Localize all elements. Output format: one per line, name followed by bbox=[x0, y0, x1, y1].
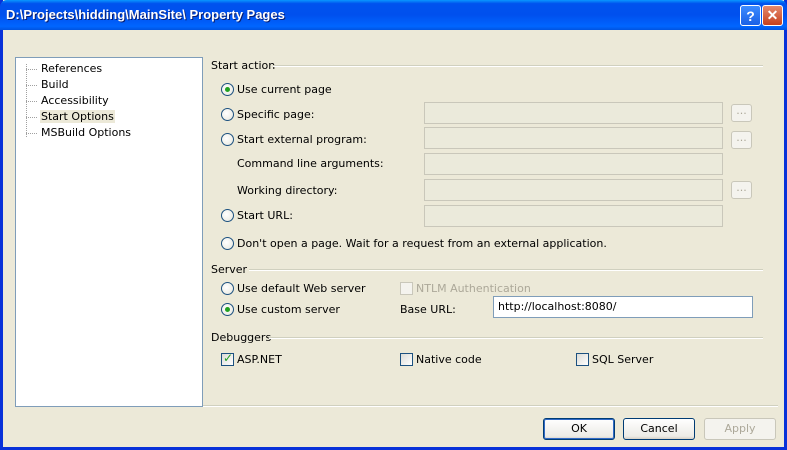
native-code-checkbox[interactable] bbox=[400, 353, 413, 366]
specific-page-radio[interactable] bbox=[221, 108, 234, 121]
use-custom-server-radio[interactable] bbox=[221, 303, 234, 316]
debuggers-separator bbox=[269, 337, 763, 339]
tree-branch-line bbox=[26, 69, 37, 70]
start-url-label[interactable]: Start URL: bbox=[237, 209, 293, 222]
use-default-web-server-radio[interactable] bbox=[221, 282, 234, 295]
working-directory-browse-button[interactable]: ... bbox=[731, 181, 752, 199]
close-button[interactable]: ✕ bbox=[762, 5, 783, 26]
aspnet-checkbox[interactable] bbox=[221, 351, 234, 366]
base-url-input[interactable]: http://localhost:8080/ bbox=[493, 296, 753, 318]
options-tree[interactable]: References Build Accessibility Start Opt… bbox=[15, 57, 203, 407]
property-pages-window: D:\Projects\hidding\MainSite\ Property P… bbox=[0, 0, 787, 450]
use-custom-server-label[interactable]: Use custom server bbox=[237, 303, 340, 316]
use-current-page-label[interactable]: Use current page bbox=[237, 83, 332, 96]
external-program-input[interactable] bbox=[424, 127, 723, 149]
tree-branch-line bbox=[26, 133, 37, 134]
cancel-button[interactable]: Cancel bbox=[623, 418, 695, 440]
external-program-browse-button[interactable]: ... bbox=[731, 131, 752, 149]
title-bar[interactable]: D:\Projects\hidding\MainSite\ Property P… bbox=[0, 0, 787, 30]
tree-branch-line bbox=[26, 101, 37, 102]
ntlm-authentication-checkbox[interactable] bbox=[400, 282, 413, 295]
tree-item-label: Start Options bbox=[40, 110, 115, 123]
working-directory-label: Working directory: bbox=[237, 184, 338, 197]
server-separator bbox=[249, 269, 763, 271]
apply-button[interactable]: Apply bbox=[704, 418, 776, 440]
specific-page-browse-button[interactable]: ... bbox=[731, 104, 752, 122]
native-code-label[interactable]: Native code bbox=[416, 353, 482, 366]
specific-page-input[interactable] bbox=[424, 102, 723, 124]
specific-page-label[interactable]: Specific page: bbox=[237, 108, 315, 121]
start-external-program-label[interactable]: Start external program: bbox=[237, 133, 367, 146]
ntlm-authentication-label[interactable]: NTLM Authentication bbox=[416, 282, 531, 295]
working-directory-input[interactable] bbox=[424, 179, 723, 201]
tree-item-label: Accessibility bbox=[41, 94, 109, 107]
tree-item-label: Build bbox=[41, 78, 69, 91]
start-url-input[interactable] bbox=[424, 205, 723, 227]
tree-item-label: References bbox=[41, 62, 103, 75]
command-line-arguments-label: Command line arguments: bbox=[237, 157, 384, 170]
tree-branch-line bbox=[26, 117, 37, 118]
aspnet-label[interactable]: ASP.NET bbox=[237, 353, 282, 366]
dont-open-page-radio[interactable] bbox=[221, 237, 234, 250]
use-default-web-server-label[interactable]: Use default Web server bbox=[237, 282, 366, 295]
window-title: D:\Projects\hidding\MainSite\ Property P… bbox=[6, 7, 285, 22]
command-line-arguments-input[interactable] bbox=[424, 153, 723, 175]
ok-button[interactable]: OK bbox=[543, 418, 615, 440]
start-action-group-label: Start action bbox=[211, 59, 276, 72]
tree-item-label: MSBuild Options bbox=[41, 126, 132, 139]
start-action-separator bbox=[273, 65, 763, 67]
use-current-page-radio[interactable] bbox=[221, 83, 234, 96]
button-bar-separator bbox=[203, 405, 778, 407]
start-url-radio[interactable] bbox=[221, 209, 234, 222]
start-external-program-radio[interactable] bbox=[221, 133, 234, 146]
sql-server-label[interactable]: SQL Server bbox=[592, 353, 653, 366]
dont-open-page-label[interactable]: Don't open a page. Wait for a request fr… bbox=[237, 237, 607, 250]
tree-branch-line bbox=[26, 85, 37, 86]
help-button[interactable]: ? bbox=[740, 5, 761, 26]
debuggers-group-label: Debuggers bbox=[211, 331, 272, 344]
sql-server-checkbox[interactable] bbox=[576, 353, 589, 366]
base-url-label: Base URL: bbox=[400, 303, 456, 316]
server-group-label: Server bbox=[211, 263, 248, 276]
